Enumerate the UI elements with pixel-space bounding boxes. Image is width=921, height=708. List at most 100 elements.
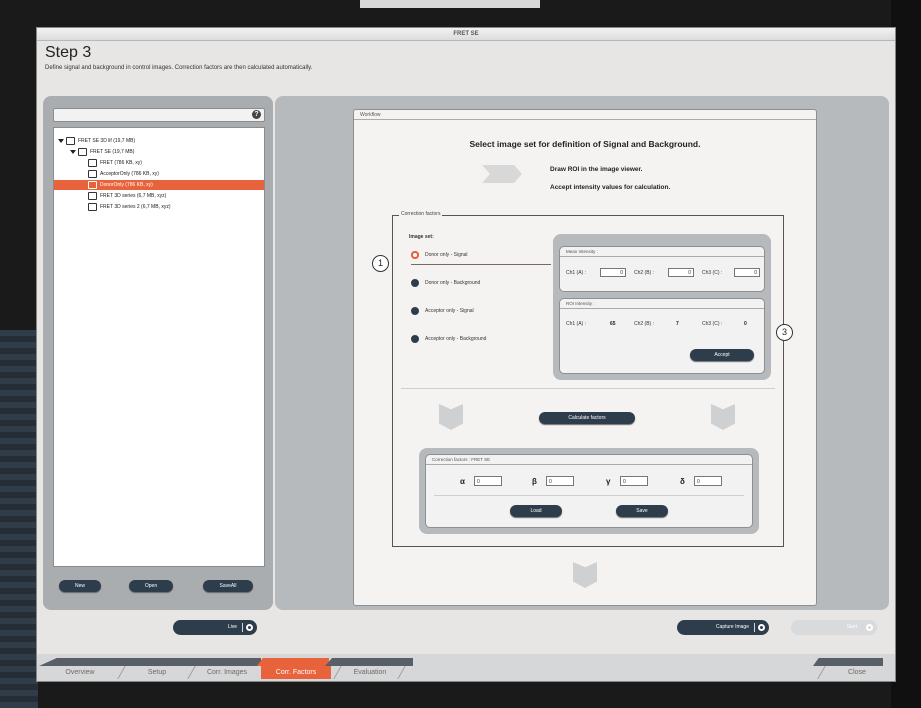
radio-acceptor-signal[interactable]: Acceptor only - Signal <box>411 306 474 316</box>
active-tab-wedge <box>257 658 329 666</box>
divider <box>434 495 744 496</box>
arrow-right-icon <box>482 165 522 183</box>
tab-bar-wedge <box>325 658 413 666</box>
radio-label: Donor only - Background <box>425 280 481 286</box>
step-subtitle: Define signal and background in control … <box>45 65 313 71</box>
tree-item-label: FRET 3D series (6,7 MB, xyz) <box>100 193 167 199</box>
live-label: Live <box>227 624 237 630</box>
save-all-button[interactable]: SaveAll <box>203 580 253 592</box>
callout-1: 1 <box>372 255 389 272</box>
workflow-instruction-1: Draw ROI in the image viewer. <box>550 166 643 173</box>
tree-item-image[interactable]: FRET (786 KB, xy) <box>88 158 142 168</box>
start-label: Start <box>846 624 857 630</box>
mean-ch3-label: Ch3 (C) : <box>702 270 723 276</box>
tab-bar-wedge <box>813 658 883 666</box>
tab-evaluation[interactable]: Evaluation <box>341 666 399 679</box>
roi-ch2-value: 7 <box>676 321 679 327</box>
live-button[interactable]: Live <box>173 620 257 635</box>
tree-header: ? <box>53 108 265 122</box>
group-title-divider <box>560 308 764 309</box>
radio-icon[interactable] <box>411 334 419 343</box>
delta-field[interactable]: 0 <box>694 476 722 486</box>
image-icon <box>88 169 97 178</box>
tree-item-label: FRET SE 3D lif (19,7 MB) <box>78 138 136 144</box>
tree-item-image[interactable]: AcceptorOnly (786 KB, xy) <box>88 169 159 179</box>
tree-item-label: FRET SE (19,7 MB) <box>90 149 135 155</box>
factors-title: Correction factors : FRET SE <box>432 457 491 462</box>
open-button[interactable]: Open <box>129 580 173 592</box>
tab-overview[interactable]: Overview <box>41 666 119 679</box>
roi-ch2-label: Ch2 (B) : <box>634 321 655 327</box>
group-title-divider <box>426 464 752 465</box>
load-button[interactable]: Load <box>510 505 562 517</box>
tab-corr-factors[interactable]: Corr. Factors <box>261 666 331 679</box>
gamma-field[interactable]: 0 <box>620 476 648 486</box>
mean-ch1-field[interactable]: 0 <box>600 268 626 277</box>
capture-label: Capture Image <box>715 624 749 630</box>
workflow-instruction-2: Accept intensity values for calculation. <box>550 184 671 191</box>
accept-button[interactable]: Accept <box>690 349 754 361</box>
radio-acceptor-background[interactable]: Acceptor only - Background <box>411 334 486 344</box>
beta-symbol: β <box>532 477 537 486</box>
radio-label: Acceptor only - Background <box>425 336 487 342</box>
tree-item-label: FRET (786 KB, xy) <box>100 160 142 166</box>
radio-donor-signal[interactable]: Donor only - Signal <box>411 250 468 260</box>
tree-item-label: FRET 3D series 2 (6,7 MB, xyz) <box>100 204 171 210</box>
intensity-frame: Mean Intensity : Ch1 (A) : 0 Ch2 (B) : 0… <box>553 234 771 380</box>
tab-separator <box>817 666 826 679</box>
calculate-factors-button[interactable]: Calculate factors <box>539 412 635 424</box>
button-divider <box>242 623 243 632</box>
new-button[interactable]: New <box>59 580 101 592</box>
roi-intensity-title: ROI Intensity : <box>566 301 595 306</box>
image-icon <box>88 202 97 211</box>
project-tree: FRET SE 3D lif (19,7 MB) FRET SE (19,7 M… <box>53 127 265 567</box>
radio-icon[interactable] <box>411 278 419 287</box>
tree-item-image-selected[interactable]: DonorOnly (786 KB, xy) <box>54 180 264 190</box>
correction-factors-group: Correction factors Image set: Donor only… <box>392 211 784 547</box>
correction-factors-legend: Correction factors <box>399 211 443 217</box>
tab-setup[interactable]: Setup <box>125 666 189 679</box>
start-toggle-icon <box>866 624 873 631</box>
mean-intensity-group: Mean Intensity : Ch1 (A) : 0 Ch2 (B) : 0… <box>559 246 765 292</box>
button-divider <box>862 623 863 632</box>
close-button[interactable]: Close <box>827 666 887 679</box>
tree-item-image[interactable]: FRET 3D series (6,7 MB, xyz) <box>88 191 166 201</box>
workflow-panel: Workflow Select image set for definition… <box>275 96 889 610</box>
tree-item-label: AcceptorOnly (786 KB, xy) <box>100 171 159 177</box>
factors-group: Correction factors : FRET SE α 0 β 0 γ 0… <box>425 454 753 528</box>
mean-ch2-field[interactable]: 0 <box>668 268 694 277</box>
mean-ch3-field[interactable]: 0 <box>734 268 760 277</box>
expand-triangle-icon[interactable] <box>58 138 64 143</box>
window-titlebar: FRET SE <box>37 28 895 41</box>
help-icon[interactable]: ? <box>252 110 261 119</box>
tree-item-experiment[interactable]: FRET SE (19,7 MB) <box>70 147 134 157</box>
radio-label: Acceptor only - Signal <box>425 308 474 314</box>
start-button[interactable]: Start <box>791 620 877 635</box>
roi-ch1-value: 65 <box>610 321 616 327</box>
radio-donor-background[interactable]: Donor only - Background <box>411 278 480 288</box>
roi-ch1-label: Ch1 (A) : <box>566 321 587 327</box>
radio-label: Donor only - Signal <box>425 252 468 258</box>
roi-ch3-label: Ch3 (C) : <box>702 321 723 327</box>
capture-image-button[interactable]: Capture Image <box>677 620 769 635</box>
expand-triangle-icon[interactable] <box>70 149 76 154</box>
beta-field[interactable]: 0 <box>546 476 574 486</box>
tree-item-label: DonorOnly (786 KB, xy) <box>100 182 153 188</box>
capture-toggle-icon <box>758 624 765 631</box>
radio-icon[interactable] <box>411 306 419 315</box>
tab-corr-images[interactable]: Corr. Images <box>195 666 259 679</box>
selected-underline <box>411 264 551 265</box>
folder-icon <box>66 136 75 145</box>
arrow-down-icon <box>573 562 597 588</box>
roi-ch3-value: 0 <box>744 321 747 327</box>
divider <box>401 388 775 389</box>
radio-selected-icon[interactable] <box>411 250 419 259</box>
bottom-bar: Live Capture Image Start <box>37 616 895 646</box>
tree-item-project[interactable]: FRET SE 3D lif (19,7 MB) <box>58 136 135 146</box>
factors-frame: Correction factors : FRET SE α 0 β 0 γ 0… <box>419 448 759 534</box>
workflow-box: Workflow Select image set for definition… <box>353 109 817 606</box>
workflow-tabs: Overview Setup Corr. Images Corr. Factor… <box>37 654 895 681</box>
save-button[interactable]: Save <box>616 505 668 517</box>
tree-item-image[interactable]: FRET 3D series 2 (6,7 MB, xyz) <box>88 202 170 212</box>
alpha-field[interactable]: 0 <box>474 476 502 486</box>
